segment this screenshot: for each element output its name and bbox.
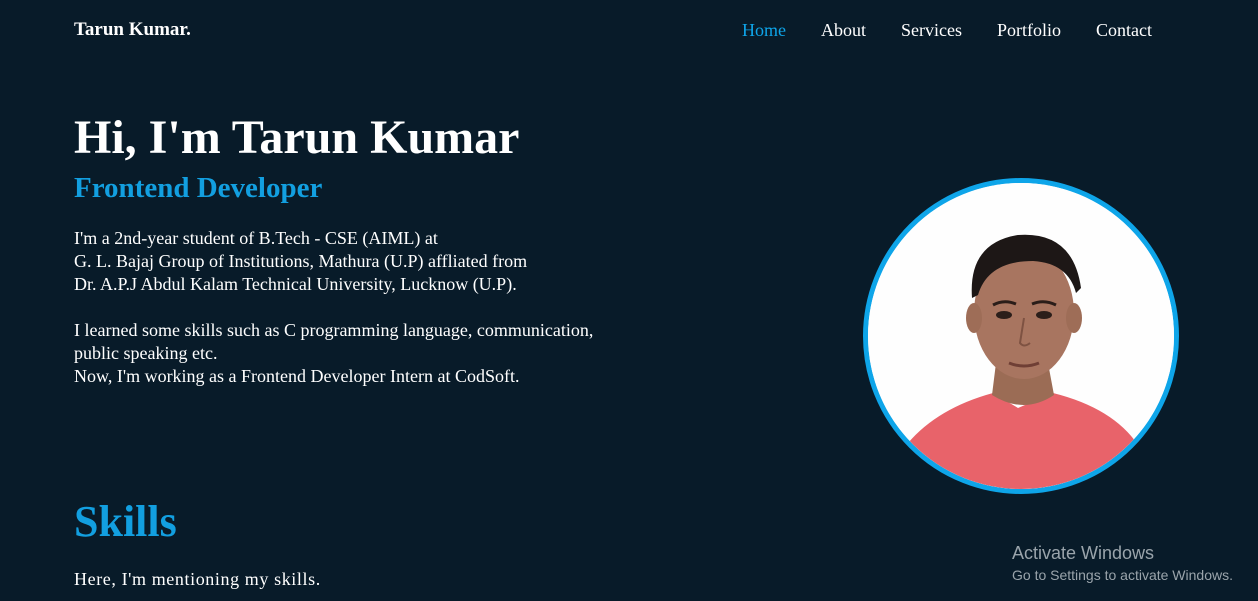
about-text: I'm a 2nd-year student of B.Tech - CSE (… [74, 227, 714, 388]
about-line: Now, I'm working as a Frontend Developer… [74, 366, 520, 386]
about-line: public speaking etc. [74, 343, 218, 363]
about-line: I learned some skills such as C programm… [74, 320, 594, 340]
nav-portfolio[interactable]: Portfolio [997, 20, 1061, 41]
windows-activation-watermark: Activate Windows Go to Settings to activ… [1012, 542, 1233, 586]
site-header: Tarun Kumar. Home About Services Portfol… [0, 0, 1258, 64]
nav-contact[interactable]: Contact [1096, 20, 1152, 41]
watermark-subtitle: Go to Settings to activate Windows. [1012, 567, 1233, 583]
skills-title: Skills [74, 497, 177, 546]
skills-description: Here, I'm mentioning my skills. [74, 569, 321, 589]
nav-about[interactable]: About [821, 20, 866, 41]
about-line: G. L. Bajaj Group of Institutions, Mathu… [74, 251, 528, 271]
about-line: Dr. A.P.J Abdul Kalam Technical Universi… [74, 274, 517, 294]
profile-photo [863, 178, 1179, 494]
about-spacer [74, 296, 714, 319]
nav-home[interactable]: Home [742, 20, 786, 41]
nav-services[interactable]: Services [901, 20, 962, 41]
watermark-title: Activate Windows [1012, 543, 1155, 563]
main-nav: Home About Services Portfolio Contact [742, 20, 1152, 41]
profile-photo-icon [868, 183, 1174, 489]
hero-subtitle: Frontend Developer [74, 172, 323, 204]
site-logo[interactable]: Tarun Kumar. [74, 19, 191, 41]
about-line: I'm a 2nd-year student of B.Tech - CSE (… [74, 228, 438, 248]
hero-title: Hi, I'm Tarun Kumar [74, 111, 520, 164]
